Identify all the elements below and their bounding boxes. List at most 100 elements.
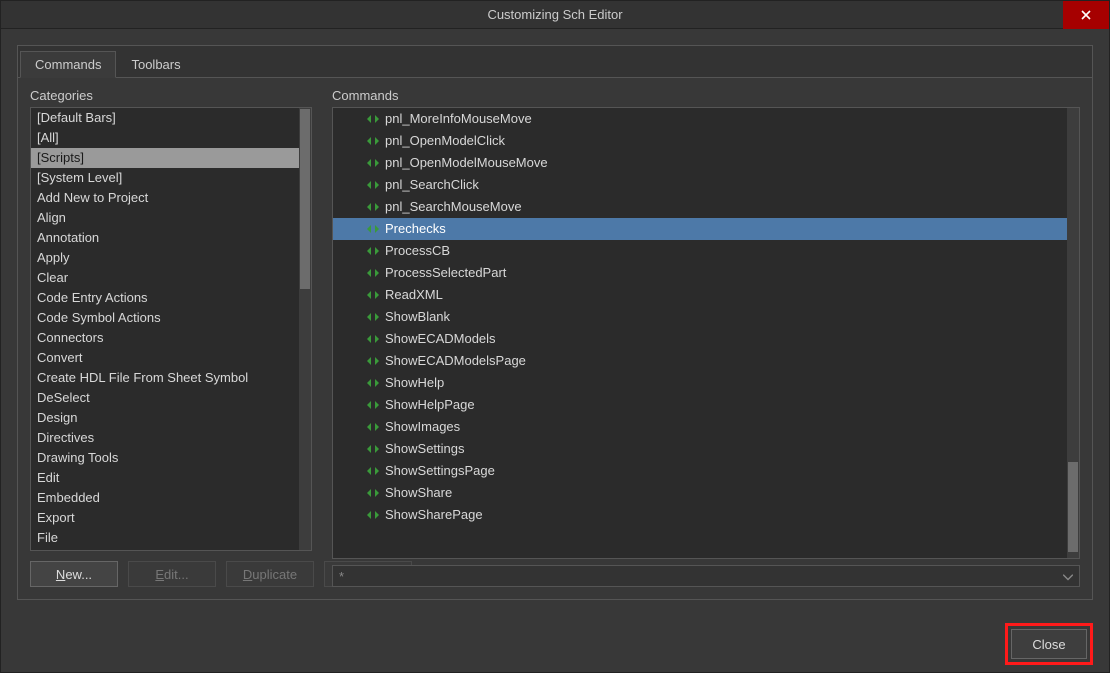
category-item[interactable]: Embedded bbox=[31, 488, 299, 508]
command-item-label: ShowSettings bbox=[385, 441, 465, 456]
category-item[interactable]: Directives bbox=[31, 428, 299, 448]
category-item[interactable]: Align bbox=[31, 208, 299, 228]
script-icon bbox=[367, 487, 379, 499]
category-item[interactable]: DeSelect bbox=[31, 388, 299, 408]
dropdown-icon bbox=[1063, 569, 1073, 584]
command-item[interactable]: pnl_SearchMouseMove bbox=[333, 196, 1067, 218]
main-panel: Commands Toolbars Categories [Default Ba… bbox=[17, 45, 1093, 600]
close-button-label: Close bbox=[1032, 637, 1065, 652]
commands-label: Commands bbox=[332, 88, 1080, 103]
footer: Close bbox=[1, 616, 1109, 672]
category-item[interactable]: Filter bbox=[31, 548, 299, 550]
category-item[interactable]: File bbox=[31, 528, 299, 548]
category-item[interactable]: Clear bbox=[31, 268, 299, 288]
command-item[interactable]: Prechecks bbox=[333, 218, 1067, 240]
script-icon bbox=[367, 311, 379, 323]
command-item-label: pnl_OpenModelMouseMove bbox=[385, 155, 548, 170]
tab-toolbars-label: Toolbars bbox=[131, 57, 180, 72]
category-item[interactable]: Edit bbox=[31, 468, 299, 488]
filter-dropdown[interactable]: * bbox=[332, 565, 1080, 587]
category-item[interactable]: Annotation bbox=[31, 228, 299, 248]
script-icon bbox=[367, 355, 379, 367]
close-button[interactable]: Close bbox=[1011, 629, 1087, 659]
categories-listbox[interactable]: [Default Bars][All][Scripts][System Leve… bbox=[30, 107, 312, 551]
commands-scrollbar[interactable] bbox=[1067, 108, 1079, 558]
command-item[interactable]: ShowECADModels bbox=[333, 328, 1067, 350]
categories-label: Categories bbox=[30, 88, 312, 103]
command-item-label: ShowECADModelsPage bbox=[385, 353, 526, 368]
tab-commands[interactable]: Commands bbox=[20, 51, 116, 78]
script-icon bbox=[367, 443, 379, 455]
categories-column: Categories [Default Bars][All][Scripts][… bbox=[30, 88, 312, 587]
customize-window: Customizing Sch Editor Commands Toolbars… bbox=[0, 0, 1110, 673]
category-item[interactable]: Code Entry Actions bbox=[31, 288, 299, 308]
edit-button[interactable]: Edit... bbox=[128, 561, 216, 587]
command-item[interactable]: ShowShare bbox=[333, 482, 1067, 504]
command-item[interactable]: ShowECADModelsPage bbox=[333, 350, 1067, 372]
script-icon bbox=[367, 333, 379, 345]
script-icon bbox=[367, 509, 379, 521]
category-item[interactable]: Export bbox=[31, 508, 299, 528]
command-item[interactable]: pnl_OpenModelClick bbox=[333, 130, 1067, 152]
command-item[interactable]: ShowSharePage bbox=[333, 504, 1067, 526]
commands-scroll-thumb[interactable] bbox=[1068, 462, 1078, 552]
category-item[interactable]: Apply bbox=[31, 248, 299, 268]
commands-listbox[interactable]: pnl_MoreInfoMouseMove pnl_OpenModelClickp… bbox=[332, 107, 1080, 559]
command-item[interactable]: ReadXML bbox=[333, 284, 1067, 306]
script-icon bbox=[367, 465, 379, 477]
categories-scrollbar[interactable] bbox=[299, 108, 311, 550]
command-item-label: ShowSettingsPage bbox=[385, 463, 495, 478]
command-item-label: ShowECADModels bbox=[385, 331, 496, 346]
command-item[interactable]: ShowBlank bbox=[333, 306, 1067, 328]
category-item[interactable]: [All] bbox=[31, 128, 299, 148]
window-title: Customizing Sch Editor bbox=[487, 7, 622, 22]
category-item[interactable]: Convert bbox=[31, 348, 299, 368]
command-item[interactable]: ShowHelpPage bbox=[333, 394, 1067, 416]
duplicate-button[interactable]: Duplicate bbox=[226, 561, 314, 587]
category-item[interactable]: [Default Bars] bbox=[31, 108, 299, 128]
command-item[interactable]: ShowSettings bbox=[333, 438, 1067, 460]
category-item[interactable]: Add New to Project bbox=[31, 188, 299, 208]
window-close-button[interactable] bbox=[1063, 1, 1109, 29]
command-item-label: ProcessCB bbox=[385, 243, 450, 258]
window-body: Commands Toolbars Categories [Default Ba… bbox=[1, 29, 1109, 616]
command-item[interactable]: pnl_MoreInfoMouseMove bbox=[333, 108, 1067, 130]
script-icon bbox=[367, 399, 379, 411]
category-item[interactable]: Code Symbol Actions bbox=[31, 308, 299, 328]
command-item-label: ShowHelpPage bbox=[385, 397, 475, 412]
command-item[interactable]: pnl_OpenModelMouseMove bbox=[333, 152, 1067, 174]
script-icon bbox=[367, 267, 379, 279]
script-icon bbox=[367, 157, 379, 169]
categories-scroll-thumb[interactable] bbox=[300, 109, 310, 289]
category-item[interactable]: [Scripts] bbox=[31, 148, 299, 168]
command-item[interactable]: ProcessCB bbox=[333, 240, 1067, 262]
category-item[interactable]: Connectors bbox=[31, 328, 299, 348]
command-item-label: ShowImages bbox=[385, 419, 460, 434]
tab-content: Categories [Default Bars][All][Scripts][… bbox=[18, 78, 1092, 599]
titlebar: Customizing Sch Editor bbox=[1, 1, 1109, 29]
script-icon bbox=[367, 289, 379, 301]
script-icon bbox=[367, 179, 379, 191]
script-icon bbox=[367, 421, 379, 433]
category-item[interactable]: Create HDL File From Sheet Symbol bbox=[31, 368, 299, 388]
command-item[interactable]: ShowImages bbox=[333, 416, 1067, 438]
command-item[interactable]: ShowSettingsPage bbox=[333, 460, 1067, 482]
category-item[interactable]: [System Level] bbox=[31, 168, 299, 188]
script-icon bbox=[367, 113, 379, 125]
category-item[interactable]: Design bbox=[31, 408, 299, 428]
command-item[interactable]: ProcessSelectedPart bbox=[333, 262, 1067, 284]
command-item-label: pnl_OpenModelClick bbox=[385, 133, 505, 148]
script-icon bbox=[367, 223, 379, 235]
close-icon bbox=[1081, 10, 1091, 20]
filter-value: * bbox=[339, 569, 344, 584]
script-icon bbox=[367, 377, 379, 389]
command-item[interactable]: ShowHelp bbox=[333, 372, 1067, 394]
script-icon bbox=[367, 201, 379, 213]
tabs-row: Commands Toolbars bbox=[18, 46, 1092, 78]
command-item-label: ShowHelp bbox=[385, 375, 444, 390]
new-button[interactable]: New... bbox=[30, 561, 118, 587]
category-item[interactable]: Drawing Tools bbox=[31, 448, 299, 468]
tab-toolbars[interactable]: Toolbars bbox=[116, 50, 195, 77]
commands-column: Commands pnl_MoreInfoMouseMove pnl_OpenMo… bbox=[332, 88, 1080, 587]
command-item[interactable]: pnl_SearchClick bbox=[333, 174, 1067, 196]
